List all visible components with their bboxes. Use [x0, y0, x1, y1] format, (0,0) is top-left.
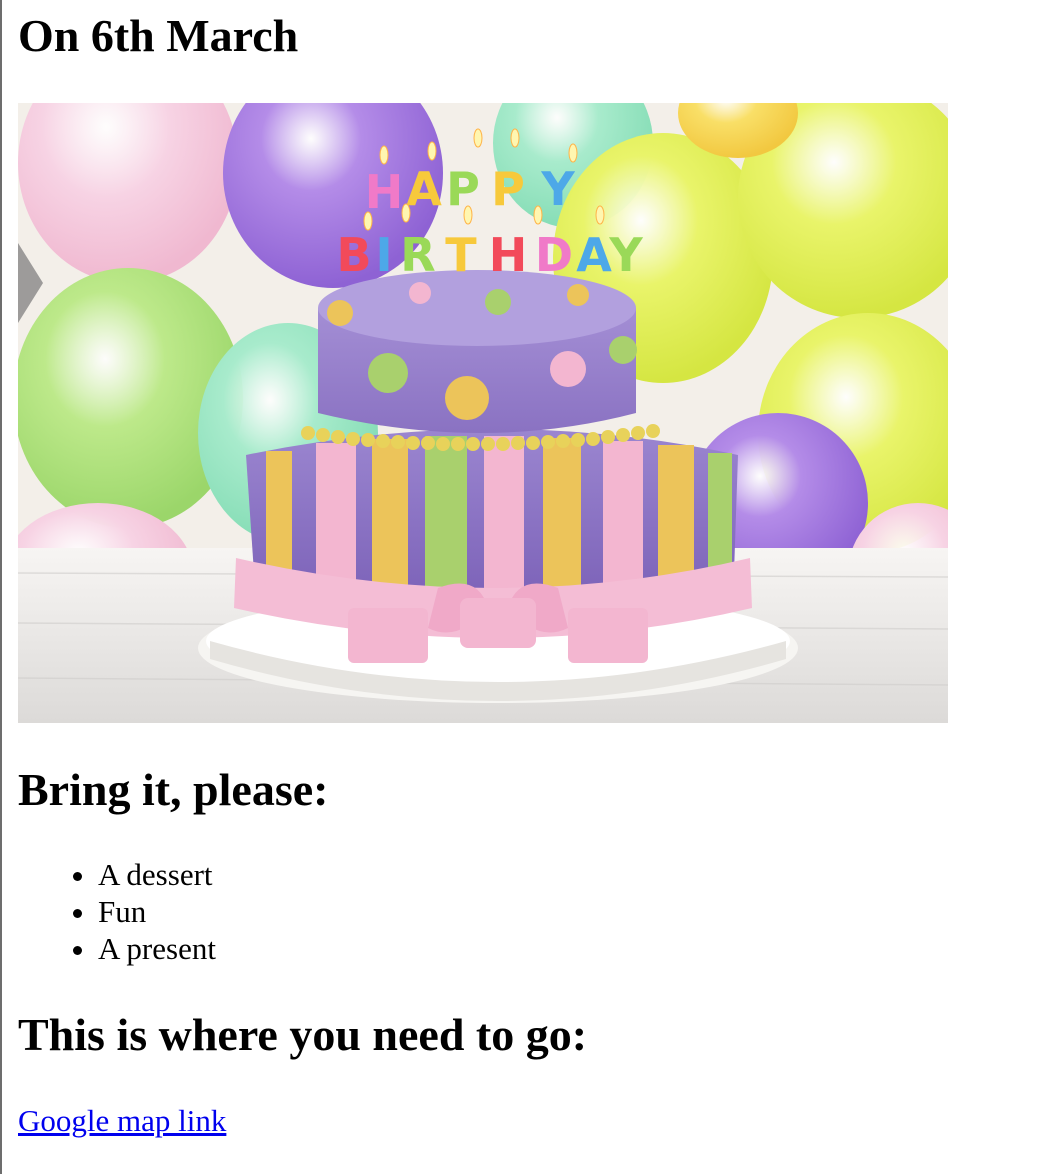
birthday-cake-illustration: H A P P Y B I R T H D A Y — [18, 103, 948, 723]
date-heading: On 6th March — [18, 10, 299, 61]
google-map-link[interactable]: Google map link — [18, 1101, 226, 1141]
list-item: A dessert — [98, 856, 216, 893]
candle-letter-p: P — [446, 162, 480, 216]
candle-letter-b: B — [336, 228, 371, 282]
list-item: Fun — [98, 893, 216, 930]
candle-letter-i: I — [375, 228, 392, 282]
bring-list: A dessert Fun A present — [18, 856, 216, 967]
where-heading: This is where you need to go: — [18, 1009, 588, 1060]
candle-letter-h: H — [365, 165, 404, 219]
candle-letter-d: D — [535, 228, 573, 282]
candle-letter-a: A — [406, 162, 442, 216]
candle-letter-t: T — [445, 228, 477, 282]
candle-letter-h2: H — [489, 228, 528, 282]
candle-letter-r: R — [400, 228, 435, 282]
birthday-cake-photo: H A P P Y B I R T H D A Y — [18, 103, 948, 723]
candle-letter-y2: Y — [608, 228, 643, 282]
bring-heading: Bring it, please: — [18, 764, 329, 815]
candle-letter-y: Y — [540, 162, 575, 216]
candle-letter-p2: P — [491, 162, 525, 216]
candle-letter-a2: A — [576, 228, 612, 282]
list-item: A present — [98, 930, 216, 967]
